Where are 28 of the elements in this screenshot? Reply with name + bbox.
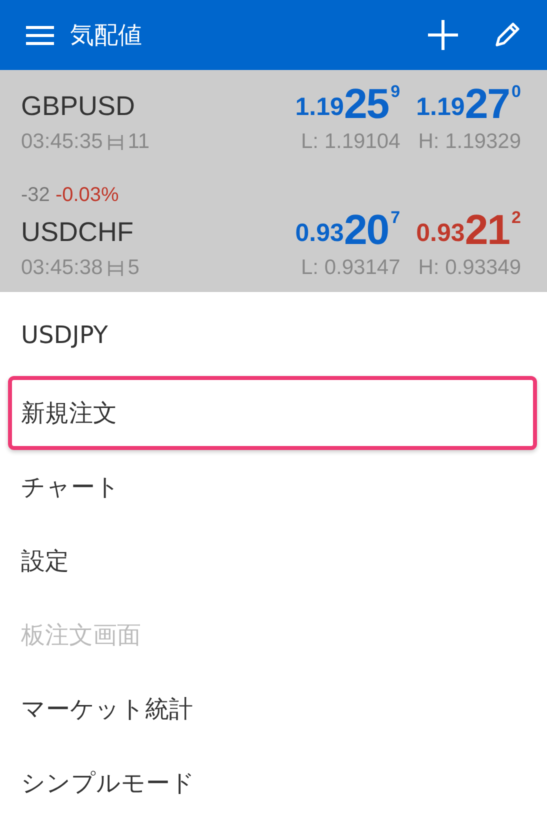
symbol-name: USDCHF (21, 217, 134, 249)
menu-item[interactable]: USDJPY (21, 321, 108, 349)
bid-price: 0.9320$^{7}$ (295, 208, 400, 252)
change-percent: -0.03% (55, 184, 119, 206)
ask-price: 1.1927$^{0}$ (416, 82, 521, 126)
high-price: H: 0.93349 (418, 256, 521, 280)
low-price: L: 1.19104 (300, 130, 400, 154)
change-points: -32 (21, 184, 50, 206)
spread-icon (108, 260, 123, 276)
menu-item[interactable]: 新規注文 (21, 397, 117, 429)
menu-icon[interactable] (26, 25, 54, 45)
bid-price: 1.1925$^{9}$ (295, 82, 400, 126)
low-price: L: 0.93147 (300, 256, 400, 280)
quote-time: 03:45:35 (21, 130, 103, 154)
symbol-name: GBPUSD (21, 91, 136, 123)
spread-value: 5 (128, 256, 140, 280)
menu-item[interactable]: シンプルモード (21, 767, 195, 799)
screen-title: 気配値 (70, 20, 142, 51)
add-icon[interactable] (427, 19, 459, 51)
pencil-icon[interactable] (493, 21, 521, 49)
menu-item[interactable]: 設定 (21, 545, 69, 577)
menu-item[interactable]: チャート (21, 471, 120, 503)
high-price: H: 1.19329 (418, 130, 521, 154)
spread-value: 11 (128, 130, 150, 154)
quote-time: 03:45:38 (21, 256, 103, 280)
ask-price: 0.9321$^{2}$ (416, 208, 521, 252)
menu-item[interactable]: マーケット統計 (21, 693, 193, 725)
spread-icon (108, 134, 123, 150)
